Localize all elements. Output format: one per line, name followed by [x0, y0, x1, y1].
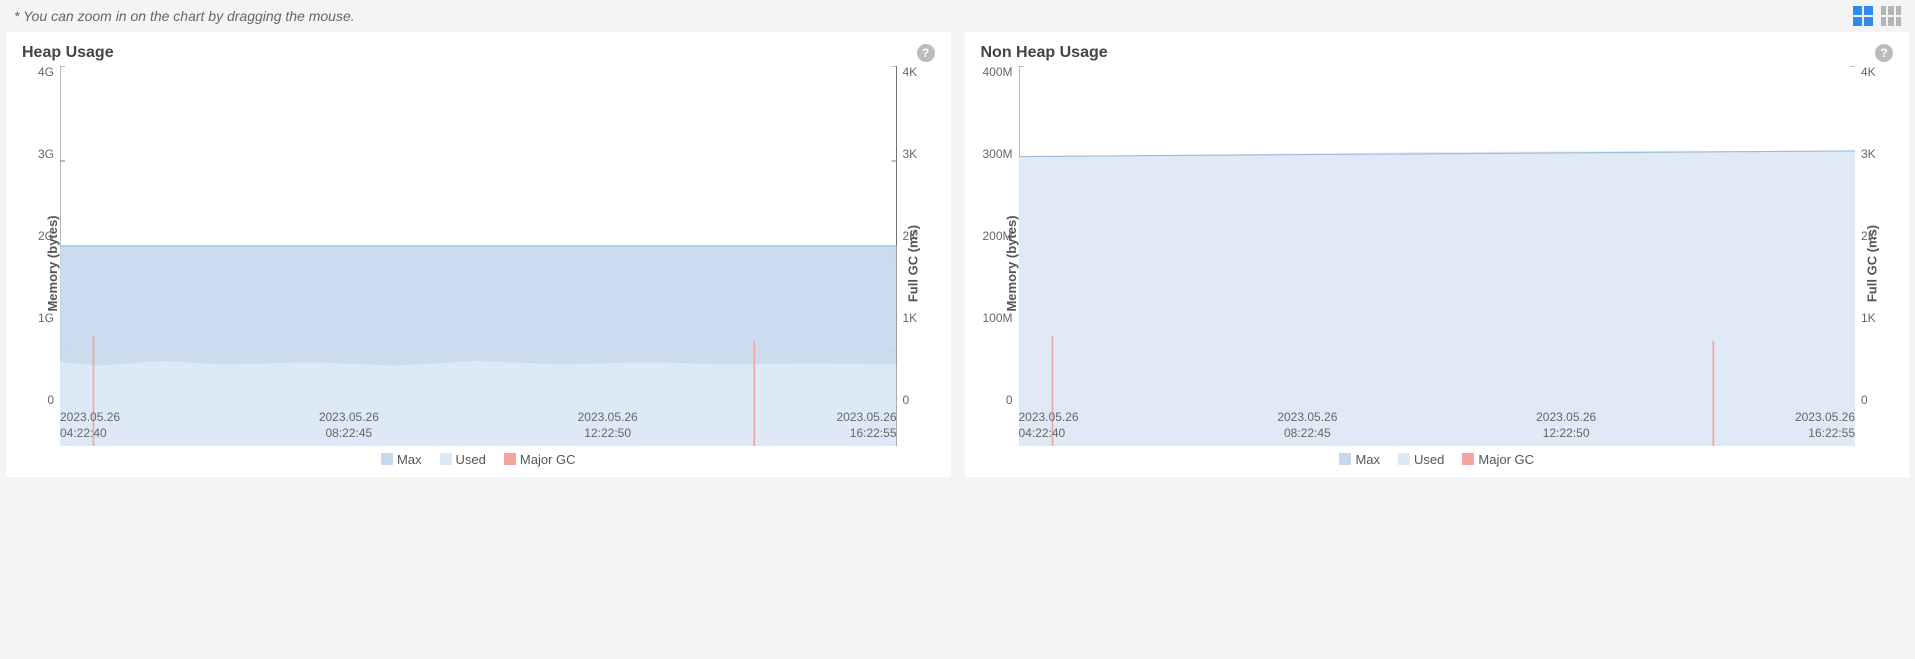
y-ticks-left: 400M 300M 200M 100M 0: [981, 66, 1017, 406]
panel-title: Heap Usage: [22, 44, 114, 62]
y-ticks-right: 4K 3K 2K 1K 0: [1857, 66, 1893, 406]
chart-legend: Max Used Major GC: [22, 446, 935, 467]
chart-legend: Max Used Major GC: [981, 446, 1894, 467]
legend-item-used[interactable]: Used: [1398, 452, 1444, 467]
chart-heap[interactable]: Memory (bytes) Full GC (ms) 4G 3G 2G 1G …: [22, 66, 935, 446]
legend-item-max[interactable]: Max: [381, 452, 422, 467]
top-bar: * You can zoom in on the chart by draggi…: [0, 0, 1915, 32]
plot-area[interactable]: [60, 66, 897, 446]
legend-item-gc[interactable]: Major GC: [1462, 452, 1534, 467]
legend-item-used[interactable]: Used: [440, 452, 486, 467]
y-ticks-right: 4K 3K 2K 1K 0: [899, 66, 935, 406]
panel-non-heap-usage: Non Heap Usage ? Memory (bytes) Full GC …: [965, 32, 1910, 477]
legend-item-gc[interactable]: Major GC: [504, 452, 576, 467]
panel-title: Non Heap Usage: [981, 44, 1108, 62]
y-ticks-left: 4G 3G 2G 1G 0: [22, 66, 58, 406]
help-icon[interactable]: ?: [1875, 44, 1893, 62]
x-ticks: 2023.05.2604:22:40 2023.05.2608:22:45 20…: [1019, 410, 1856, 446]
chart-non-heap[interactable]: Memory (bytes) Full GC (ms) 400M 300M 20…: [981, 66, 1894, 446]
panels-row: Heap Usage ? Memory (bytes) Full GC (ms)…: [0, 32, 1915, 483]
zoom-hint: * You can zoom in on the chart by draggi…: [14, 8, 355, 24]
x-ticks: 2023.05.2604:22:40 2023.05.2608:22:45 20…: [60, 410, 897, 446]
layout-3x2-icon[interactable]: [1881, 6, 1901, 26]
legend-item-max[interactable]: Max: [1339, 452, 1380, 467]
panel-heap-usage: Heap Usage ? Memory (bytes) Full GC (ms)…: [6, 32, 951, 477]
plot-area[interactable]: [1019, 66, 1856, 446]
layout-2x2-icon[interactable]: [1853, 6, 1873, 26]
layout-toggle-group: [1853, 6, 1901, 26]
help-icon[interactable]: ?: [917, 44, 935, 62]
